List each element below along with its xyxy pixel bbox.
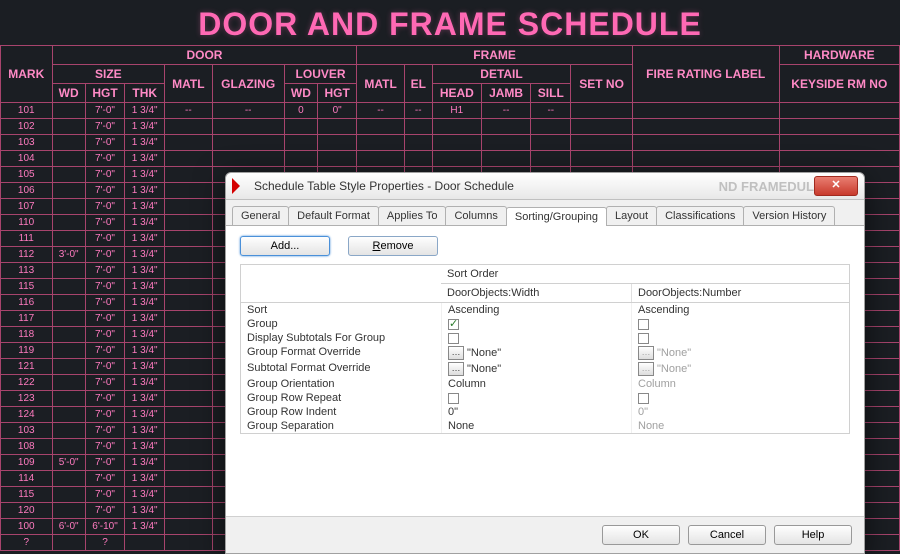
dialog-footer: OK Cancel Help [226, 516, 864, 553]
sort-col-a[interactable]: DoorObjects:Width [441, 284, 631, 302]
table-row: 1047'-0"1 3/4" [1, 151, 900, 167]
close-button[interactable]: ✕ [814, 176, 858, 196]
subtotals-checkbox-a[interactable] [448, 333, 459, 344]
tab-version-history[interactable]: Version History [743, 206, 835, 225]
table-row: 1017'-0"1 3/4"----00"----H1---- [1, 103, 900, 119]
group-checkbox-b[interactable] [638, 319, 649, 330]
sort-col-b[interactable]: DoorObjects:Number [631, 284, 821, 302]
tab-general[interactable]: General [232, 206, 289, 225]
col-mark: MARK [1, 46, 53, 103]
style-properties-dialog: Schedule Table Style Properties - Door S… [225, 172, 865, 554]
add-button[interactable]: Add... [240, 236, 330, 256]
dialog-titlebar[interactable]: Schedule Table Style Properties - Door S… [226, 173, 864, 200]
remove-button[interactable]: Remove [348, 236, 438, 256]
sort-order-header: Sort Order [441, 265, 849, 284]
col-door: DOOR [52, 46, 357, 65]
tab-default-format[interactable]: Default Format [288, 206, 379, 225]
col-frame: FRAME [357, 46, 633, 65]
table-row: 1027'-0"1 3/4" [1, 119, 900, 135]
col-fire: FIRE RATING LABEL [632, 46, 779, 103]
tab-applies-to[interactable]: Applies To [378, 206, 447, 225]
browse-icon: … [638, 346, 654, 360]
browse-icon[interactable]: … [448, 362, 464, 376]
tab-columns[interactable]: Columns [445, 206, 506, 225]
tab-layout[interactable]: Layout [606, 206, 657, 225]
help-button[interactable]: Help [774, 525, 852, 545]
table-row: 1037'-0"1 3/4" [1, 135, 900, 151]
schedule-title: DOOR AND FRAME SCHEDULE [0, 0, 900, 45]
tab-sorting-grouping[interactable]: Sorting/Grouping [506, 207, 607, 226]
row-repeat-checkbox-a[interactable] [448, 393, 459, 404]
browse-icon[interactable]: … [448, 346, 464, 360]
dialog-tabs: GeneralDefault FormatApplies ToColumnsSo… [226, 200, 864, 226]
subtotals-checkbox-b[interactable] [638, 333, 649, 344]
dialog-title: Schedule Table Style Properties - Door S… [254, 179, 713, 193]
app-icon [232, 178, 248, 194]
row-repeat-checkbox-b [638, 393, 649, 404]
faded-bg-text: ND FRAMEDUL [719, 179, 814, 194]
col-hardware: HARDWARE [779, 46, 899, 65]
cancel-button[interactable]: Cancel [688, 525, 766, 545]
group-checkbox-a[interactable] [448, 319, 459, 330]
ok-button[interactable]: OK [602, 525, 680, 545]
tab-classifications[interactable]: Classifications [656, 206, 744, 225]
tab-sorting-grouping: Add... Remove Sort Order DoorObjects:Wid… [226, 226, 864, 516]
sort-grid: Sort Order DoorObjects:Width DoorObjects… [240, 264, 850, 434]
browse-icon: … [638, 362, 654, 376]
